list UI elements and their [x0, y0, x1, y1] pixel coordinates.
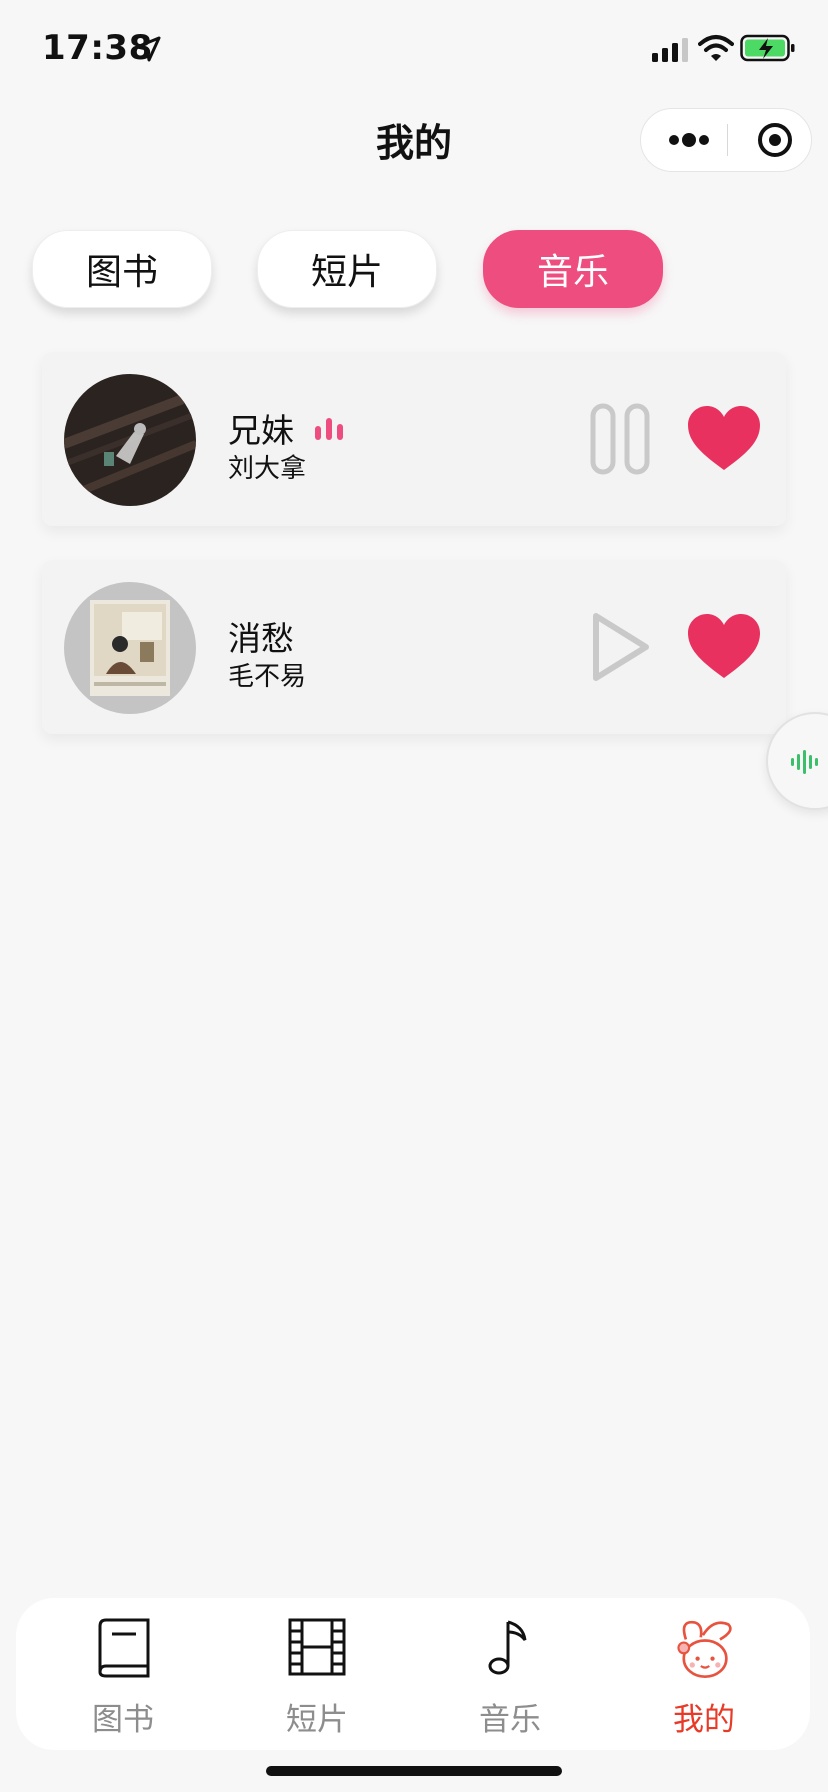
- pause-icon[interactable]: [588, 402, 652, 476]
- music-note-icon: [488, 1620, 527, 1675]
- capsule-divider: [727, 124, 728, 156]
- category-tabs: 图书 短片 音乐: [0, 230, 828, 310]
- nav-item-shorts[interactable]: 短片: [237, 1598, 397, 1750]
- album-cover-art: [64, 374, 196, 506]
- nav-item-music[interactable]: 音乐: [430, 1598, 590, 1750]
- location-arrow-icon: [135, 36, 161, 62]
- status-bar: 17:38: [0, 0, 828, 100]
- sound-wave-icon: [791, 750, 818, 774]
- nav-item-books[interactable]: 图书: [43, 1598, 203, 1750]
- home-indicator: [266, 1766, 562, 1776]
- tab-books[interactable]: 图书: [32, 230, 212, 308]
- signal-icon: [652, 38, 688, 62]
- nav-label: 图书: [92, 1702, 154, 1738]
- album-cover-art: [64, 582, 196, 714]
- song-item[interactable]: 消愁 毛不易: [42, 560, 786, 734]
- heart-like-icon[interactable]: [686, 404, 762, 474]
- film-icon: [288, 1618, 346, 1676]
- album-cover: [64, 374, 196, 506]
- play-icon[interactable]: [588, 610, 652, 684]
- battery-charging-icon: [740, 34, 795, 62]
- close-target-icon[interactable]: [747, 109, 803, 171]
- nav-label: 我的: [673, 1702, 735, 1738]
- album-cover: [64, 582, 196, 714]
- heart-like-icon[interactable]: [686, 612, 762, 682]
- equalizer-playing-icon: [315, 418, 343, 440]
- song-item[interactable]: 兄妹 刘大拿: [42, 352, 786, 526]
- song-artist: 毛不易: [228, 662, 307, 692]
- mini-program-capsule: [640, 108, 812, 172]
- song-artist: 刘大拿: [228, 454, 307, 484]
- more-options-icon[interactable]: [659, 109, 719, 171]
- song-title: 兄妹: [228, 411, 294, 450]
- rabbit-avatar-icon: [677, 1620, 732, 1679]
- nav-item-mine[interactable]: 我的: [624, 1598, 784, 1750]
- book-icon: [98, 1618, 150, 1678]
- song-title: 消愁: [228, 619, 294, 658]
- tab-shorts[interactable]: 短片: [257, 230, 437, 308]
- tab-music[interactable]: 音乐: [483, 230, 663, 308]
- nav-label: 音乐: [479, 1702, 541, 1738]
- bottom-nav: 图书 短片 音乐 我的: [16, 1598, 810, 1750]
- wifi-icon: [698, 35, 734, 61]
- nav-label: 短片: [286, 1702, 348, 1738]
